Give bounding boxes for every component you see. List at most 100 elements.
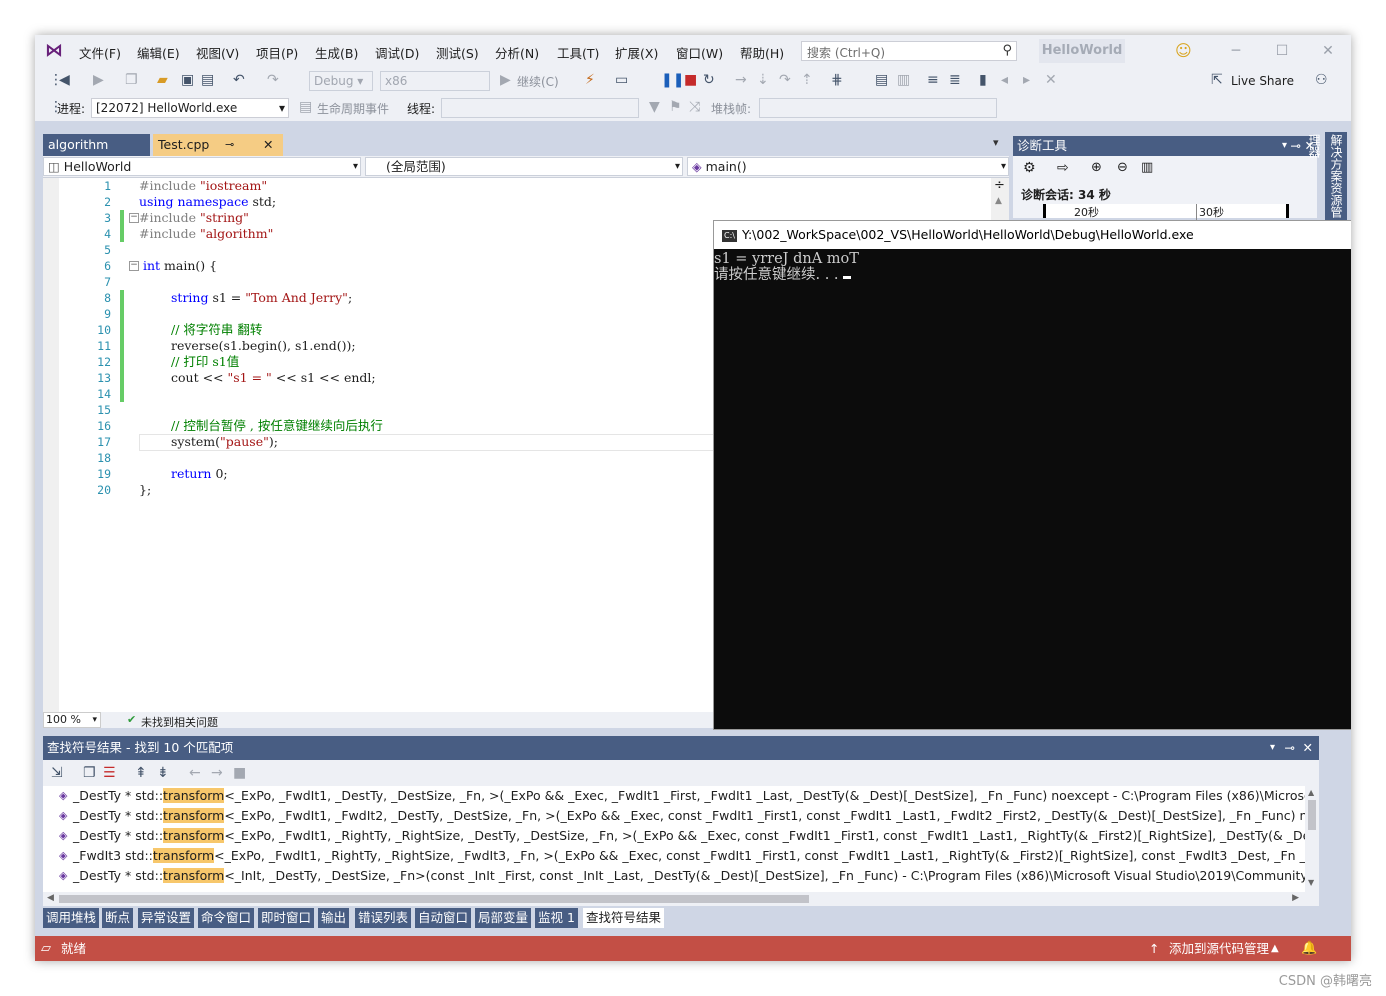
- close-tab-icon[interactable]: ✕: [263, 134, 273, 156]
- diag-pin-icon[interactable]: ⊸: [1291, 136, 1301, 156]
- menu-project[interactable]: 项目(P): [256, 43, 298, 62]
- indent-icon[interactable]: ▥: [897, 72, 910, 88]
- step-over-icon[interactable]: ↷: [779, 72, 791, 88]
- filter-icon[interactable]: ▼: [649, 99, 660, 115]
- tab-call-stack[interactable]: 调用堆栈: [43, 908, 100, 928]
- search-input[interactable]: 搜索 (Ctrl+Q) ⚲: [801, 41, 1017, 61]
- pause-icon[interactable]: ❚❚: [661, 72, 684, 88]
- scope-combo[interactable]: (全局范围) ▾: [365, 157, 683, 176]
- new-project-icon[interactable]: ❐: [125, 72, 138, 88]
- tab-command-window[interactable]: 命令窗口: [198, 908, 255, 928]
- lifecycle-button[interactable]: 生命周期事件: [317, 100, 389, 117]
- prev-location-icon[interactable]: ⇞: [135, 765, 147, 781]
- screen-icon[interactable]: ▭: [615, 72, 628, 88]
- scroll-right-icon[interactable]: ▶: [1292, 893, 1299, 903]
- continue-button[interactable]: 继续(C): [517, 73, 559, 90]
- breakpoint-icon[interactable]: ▤: [875, 72, 888, 88]
- save-icon[interactable]: ▣: [181, 72, 194, 88]
- tab-breakpoints[interactable]: 断点: [102, 908, 134, 928]
- prev-bookmark-icon[interactable]: ◂: [1001, 72, 1008, 88]
- nav-back-icon[interactable]: ←: [189, 765, 201, 781]
- list-item[interactable]: _FwdIt3 std::transform<_ExPo, _FwdIt1, _…: [73, 846, 1319, 866]
- chart-icon[interactable]: ▥: [1141, 160, 1153, 175]
- scroll-down-icon[interactable]: ▼: [1308, 878, 1314, 887]
- back-icon[interactable]: ◀: [59, 72, 70, 88]
- list-item[interactable]: _DestTy * std::transform<_ExPo, _FwdIt1,…: [73, 806, 1319, 826]
- project-combo[interactable]: ◫ HelloWorld ▾: [43, 157, 361, 176]
- tab-output[interactable]: 输出: [318, 908, 350, 928]
- close-window-button[interactable]: ✕: [1313, 41, 1343, 61]
- scroll-left-icon[interactable]: ◀: [47, 893, 54, 903]
- step-into-icon[interactable]: ⇣: [757, 72, 769, 88]
- account-icon[interactable]: ⚇: [1315, 72, 1328, 88]
- show-next-icon[interactable]: →: [735, 72, 747, 88]
- list-item[interactable]: _DestTy * std::transform<_ExPo, _FwdIt1,…: [73, 786, 1319, 806]
- comment-icon[interactable]: ≡: [927, 72, 939, 88]
- maximize-button[interactable]: ☐: [1267, 41, 1297, 61]
- source-control-button[interactable]: 添加到源代码管理: [1169, 936, 1269, 961]
- menu-build[interactable]: 生成(B): [315, 43, 358, 62]
- menu-analyze[interactable]: 分析(N): [495, 43, 539, 62]
- list-item[interactable]: _DestTy * std::transform<_InIt, _DestTy,…: [73, 866, 1319, 886]
- scroll-up-icon[interactable]: ▲: [995, 196, 1002, 206]
- stop-icon[interactable]: ■: [684, 72, 697, 88]
- zoom-in-icon[interactable]: ⊕: [1091, 160, 1102, 175]
- tab-immediate-window[interactable]: 即时窗口: [258, 908, 315, 928]
- tab-exception-settings[interactable]: 异常设置: [138, 908, 195, 928]
- notifications-bell-icon[interactable]: 🔔: [1301, 936, 1317, 961]
- menu-debug[interactable]: 调试(D): [375, 43, 419, 62]
- fold-toggle-icon[interactable]: −: [129, 213, 139, 223]
- platform-combo[interactable]: x86: [380, 71, 490, 91]
- forward-icon[interactable]: ▶: [93, 72, 104, 88]
- scroll-thumb[interactable]: [1308, 800, 1316, 830]
- find-results-vertical-scrollbar[interactable]: ▲ ▼: [1305, 786, 1319, 892]
- menu-view[interactable]: 视图(V): [196, 43, 239, 62]
- menu-edit[interactable]: 编辑(E): [137, 43, 180, 62]
- live-share-icon[interactable]: ⇱: [1211, 72, 1223, 88]
- live-share-button[interactable]: Live Share: [1231, 74, 1294, 88]
- process-combo[interactable]: [22072] HelloWorld.exe ▾: [91, 98, 289, 118]
- minimize-button[interactable]: ─: [1221, 41, 1251, 61]
- thread-combo[interactable]: [441, 98, 639, 118]
- copy-icon[interactable]: ❐: [83, 765, 96, 781]
- bookmark-icon[interactable]: ▮: [979, 72, 987, 88]
- scroll-up-icon[interactable]: ▲: [1308, 788, 1314, 797]
- uncomment-icon[interactable]: ≣: [949, 72, 961, 88]
- zoom-combo[interactable]: 100 % ▾: [43, 712, 101, 728]
- solution-explorer-side-tab[interactable]: 解决方案资源管理器: [1307, 132, 1347, 224]
- zoom-out-icon[interactable]: ⊖: [1117, 160, 1128, 175]
- clear-all-icon[interactable]: ☰: [103, 765, 116, 781]
- tab-autos[interactable]: 自动窗口: [415, 908, 472, 928]
- issues-status[interactable]: 未找到相关问题: [141, 714, 218, 730]
- tab-algorithm[interactable]: algorithm: [43, 134, 150, 156]
- tab-locals[interactable]: 局部变量: [475, 908, 532, 928]
- menu-help[interactable]: 帮助(H): [740, 43, 784, 62]
- tab-overflow-icon[interactable]: ▾: [993, 136, 999, 149]
- fr-dropdown-icon[interactable]: ▾: [1270, 736, 1275, 760]
- fr-close-icon[interactable]: ✕: [1303, 736, 1313, 760]
- menu-tools[interactable]: 工具(T): [557, 43, 599, 62]
- nav-forward-icon[interactable]: →: [211, 765, 223, 781]
- open-file-icon[interactable]: ▰: [157, 72, 168, 88]
- hot-reload-icon[interactable]: ⚡: [585, 72, 595, 88]
- find-results-horizontal-scrollbar[interactable]: ◀ ▶: [43, 892, 1319, 906]
- tab-watch-1[interactable]: 监视 1: [535, 908, 578, 928]
- feedback-icon[interactable]: ☺: [1175, 41, 1192, 60]
- menu-window[interactable]: 窗口(W): [676, 43, 723, 62]
- split-icon[interactable]: ÷: [994, 178, 1005, 193]
- clear-bookmark-icon[interactable]: ✕: [1045, 72, 1057, 88]
- step-out-icon[interactable]: ⇡: [801, 72, 813, 88]
- tab-test-cpp[interactable]: Test.cpp ⊸ ✕: [153, 134, 283, 156]
- find-results-list[interactable]: ◈ _DestTy * std::transform<_ExPo, _FwdIt…: [43, 786, 1319, 892]
- diag-timeline[interactable]: 20秒 30秒: [1043, 204, 1289, 220]
- diag-dropdown-icon[interactable]: ▾: [1282, 136, 1287, 156]
- next-bookmark-icon[interactable]: ▸: [1023, 72, 1030, 88]
- expand-icon[interactable]: ⤨: [689, 99, 700, 115]
- next-location-icon[interactable]: ⇟: [157, 765, 169, 781]
- stop-search-icon[interactable]: ■: [233, 765, 246, 781]
- pin-icon[interactable]: ⊸: [225, 134, 234, 156]
- stack-frame-combo[interactable]: [759, 98, 997, 118]
- goto-icon[interactable]: ⇲: [51, 765, 63, 781]
- fold-toggle-icon[interactable]: −: [129, 261, 139, 271]
- vs-logo-icon[interactable]: ⋈: [45, 41, 67, 61]
